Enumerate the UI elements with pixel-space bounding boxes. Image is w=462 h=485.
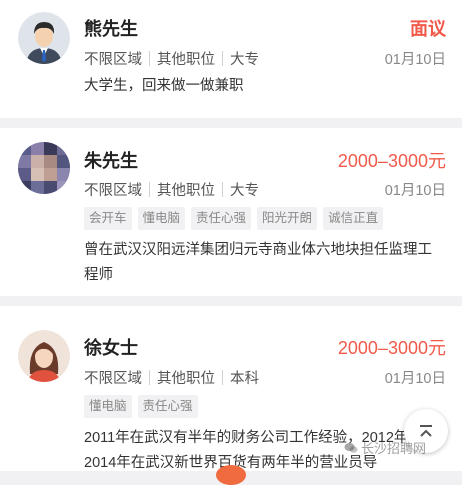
post-date: 01月10日 [384,52,446,68]
post-date: 01月10日 [384,371,446,387]
skill-tags: 懂电脑 责任心强 [84,395,198,418]
skill-tag: 阳光开朗 [257,207,318,230]
meta-area: 不限区域 [84,183,142,199]
skill-tag: 懂电脑 [84,395,132,418]
meta-position: 其他职位 [157,371,215,387]
avatar [18,12,70,64]
avatar [18,330,70,382]
candidate-meta: 不限区域 其他职位 大专 [84,48,259,69]
meta-position: 其他职位 [157,183,215,199]
watermark-text: 长沙招聘网 [360,441,426,456]
skill-tag: 会开车 [84,207,132,230]
candidate-name: 徐女士 [84,338,138,358]
skill-tag: 懂电脑 [137,207,186,230]
candidate-description: 大学生，回来做一做兼职 [84,78,244,94]
skill-tag: 责任心强 [191,207,252,230]
resume-card[interactable]: 熊先生 面议 不限区域 其他职位 大专 01月10日 大学生，回来做一做兼职 [0,0,462,118]
resume-card[interactable]: 朱先生 2000–3000元 不限区域 其他职位 大专 01月10日 会开车 懂… [0,128,462,296]
meta-position: 其他职位 [157,52,215,68]
skill-tags: 会开车 懂电脑 责任心强 阳光开朗 诚信正直 [84,207,384,230]
candidate-meta: 不限区域 其他职位 大专 [84,179,259,200]
meta-education: 大专 [230,183,259,199]
salary: 2000–3000元 [337,151,446,171]
meta-education: 本科 [230,371,259,387]
candidate-name: 朱先生 [84,151,138,171]
skill-tag: 责任心强 [137,395,198,418]
candidate-name: 熊先生 [84,19,138,39]
skill-tag: 诚信正直 [323,207,384,230]
salary: 面议 [410,19,446,39]
candidate-description: 曾在武汉汉阳远洋集团归元寺商业体六地块担任监理工程师 [84,242,432,283]
meta-education: 大专 [230,52,259,68]
candidate-meta: 不限区域 其他职位 本科 [84,367,259,388]
meta-area: 不限区域 [84,52,142,68]
post-date: 01月10日 [384,183,446,199]
tab-bar-button[interactable] [216,465,246,485]
salary: 2000–3000元 [337,338,446,358]
watermark: 长沙招聘网 [344,438,426,457]
avatar [18,142,70,194]
meta-area: 不限区域 [84,371,142,387]
wechat-icon [344,442,358,453]
